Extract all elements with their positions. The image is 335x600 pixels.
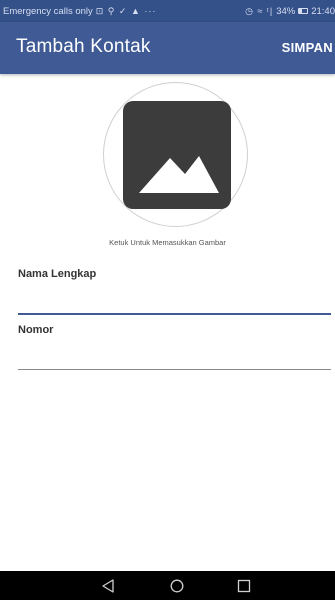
image-picker-caption: Ketuk Untuk Memasukkan Gambar (109, 238, 226, 247)
image-placeholder-icon (123, 101, 231, 209)
home-circle-icon (170, 579, 184, 592)
contact-image-picker[interactable] (103, 82, 248, 227)
full-name-underline (18, 313, 331, 315)
status-left: Emergency calls only ⊡ ⚲ ✓ ▲ ··· (3, 6, 156, 17)
recents-square-icon (237, 579, 251, 592)
number-input[interactable] (18, 346, 331, 368)
battery-icon (298, 8, 309, 14)
full-name-label: Nama Lengkap (18, 268, 97, 280)
full-name-input[interactable] (18, 291, 331, 313)
number-underline (18, 369, 331, 370)
recents-button[interactable] (219, 571, 269, 600)
home-button[interactable] (152, 571, 202, 600)
carrier-text: Emergency calls only (3, 5, 93, 17)
page-title: Tambah Kontak (16, 36, 151, 57)
clock: 21:40 (311, 5, 335, 17)
status-bar: Emergency calls only ⊡ ⚲ ✓ ▲ ··· ◷ ≈ ᵗ| … (0, 0, 335, 22)
number-label: Nomor (18, 324, 54, 336)
alarm-wifi-signal-icons: ◷ ≈ ᵗ| (245, 5, 274, 16)
app-bar: Tambah Kontak SIMPAN (0, 22, 335, 74)
back-triangle-icon (102, 578, 114, 593)
battery-percent: 34% (276, 5, 296, 17)
back-button[interactable] (83, 571, 133, 600)
status-right: ◷ ≈ ᵗ| 34% 21:40 (245, 6, 335, 17)
navigation-bar (0, 571, 335, 600)
add-contact-screen: Emergency calls only ⊡ ⚲ ✓ ▲ ··· ◷ ≈ ᵗ| … (0, 0, 335, 600)
notification-icons: ⊡ ⚲ ✓ ▲ ··· (95, 5, 157, 16)
save-button[interactable]: SIMPAN (282, 40, 333, 55)
